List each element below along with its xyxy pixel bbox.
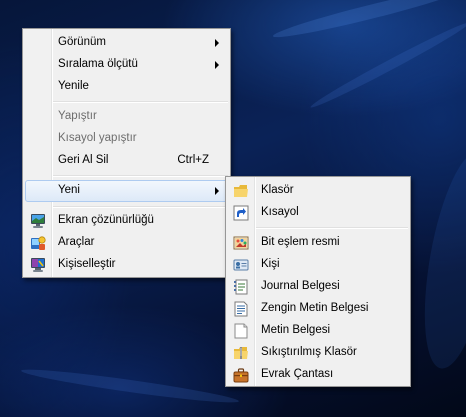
display-icon: [30, 213, 46, 229]
menu-separator: [53, 206, 228, 208]
submenu-item-journal[interactable]: Journal Belgesi: [228, 276, 408, 298]
menu-item-sort-by[interactable]: Sıralama ölçütü: [25, 54, 228, 76]
menu-separator: [53, 175, 228, 177]
submenu-arrow-icon: [215, 61, 219, 69]
menu-item-refresh[interactable]: Yenile: [25, 76, 228, 98]
rtf-document-icon: [233, 301, 249, 317]
menu-item-paste[interactable]: Yapıştır: [25, 106, 228, 128]
menu-item-new[interactable]: Yeni: [25, 180, 228, 202]
new-submenu: Klasör Kısayol Bit eşlem resmi Kişi Jour…: [225, 176, 411, 387]
submenu-item-rich-text[interactable]: Zengin Metin Belgesi: [228, 298, 408, 320]
menu-item-screen-resolution[interactable]: Ekran çözünürlüğü: [25, 210, 228, 232]
menu-item-undo-delete[interactable]: Geri Al Sil Ctrl+Z: [25, 150, 228, 172]
submenu-item-briefcase[interactable]: Evrak Çantası: [228, 364, 408, 386]
briefcase-icon: [233, 367, 249, 383]
submenu-arrow-icon: [215, 187, 219, 195]
submenu-item-contact[interactable]: Kişi: [228, 254, 408, 276]
submenu-item-shortcut[interactable]: Kısayol: [228, 202, 408, 224]
desktop-context-menu: Görünüm Sıralama ölçütü Yenile Yapıştır …: [22, 28, 231, 278]
menu-item-personalize[interactable]: Kişiselleştir: [25, 254, 228, 276]
menu-item-gadgets[interactable]: Araçlar: [25, 232, 228, 254]
personalize-icon: [30, 257, 46, 273]
folder-icon: [233, 183, 249, 199]
shortcut-icon: [233, 205, 249, 221]
menu-separator: [256, 227, 408, 229]
gadgets-icon: [30, 235, 46, 251]
submenu-arrow-icon: [215, 39, 219, 47]
contact-icon: [233, 257, 249, 273]
menu-item-paste-shortcut[interactable]: Kısayol yapıştır: [25, 128, 228, 150]
submenu-item-bitmap[interactable]: Bit eşlem resmi: [228, 232, 408, 254]
submenu-item-text-document[interactable]: Metin Belgesi: [228, 320, 408, 342]
zip-folder-icon: [233, 345, 249, 361]
text-document-icon: [233, 323, 249, 339]
menu-item-view[interactable]: Görünüm: [25, 32, 228, 54]
bitmap-icon: [233, 235, 249, 251]
menu-separator: [53, 101, 228, 103]
journal-icon: [233, 279, 249, 295]
submenu-item-folder[interactable]: Klasör: [228, 180, 408, 202]
shortcut-hint: Ctrl+Z: [177, 154, 209, 166]
submenu-item-compressed-folder[interactable]: Sıkıştırılmış Klasör: [228, 342, 408, 364]
